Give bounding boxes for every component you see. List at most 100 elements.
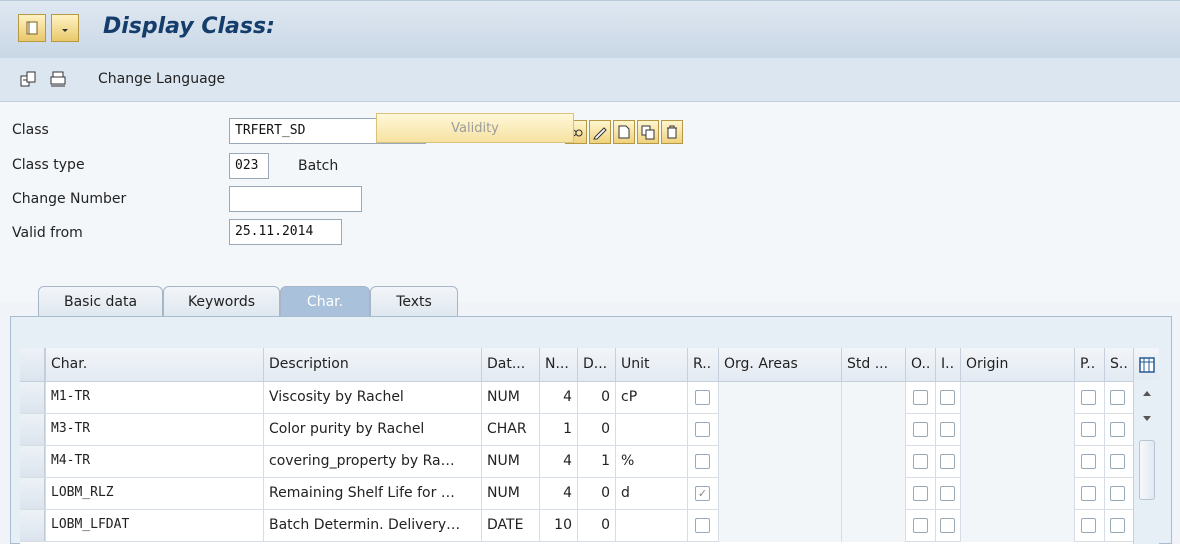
o-cell [905, 414, 935, 446]
class-type-field[interactable]: 023 [229, 153, 269, 179]
data-type-cell: NUM [481, 446, 539, 478]
column-i[interactable]: I.. [935, 348, 960, 382]
r-checkbox[interactable] [695, 390, 710, 405]
i-checkbox[interactable] [940, 422, 955, 437]
s-checkbox[interactable] [1110, 454, 1125, 469]
description-cell: covering_property by Ra… [263, 446, 481, 478]
scroll-thumb[interactable] [1139, 440, 1155, 500]
table-scrollbar[interactable] [1133, 380, 1159, 544]
table-row[interactable]: M3-TR Color purity by Rachel CHAR 1 0 [20, 414, 1159, 446]
print-icon[interactable] [49, 70, 67, 88]
decimals-cell: 0 [577, 478, 615, 510]
column-settings-icon[interactable] [1133, 348, 1159, 382]
class-label: Class [12, 122, 49, 138]
tab-basic-data[interactable]: Basic data [38, 286, 163, 316]
row-selector[interactable] [20, 382, 45, 413]
table-row[interactable]: M1-TR Viscosity by Rachel NUM 4 0 cP [20, 382, 1159, 414]
p-checkbox[interactable] [1081, 486, 1096, 501]
column-r[interactable]: R.. [687, 348, 718, 382]
scroll-down-icon[interactable] [1141, 412, 1153, 424]
row-selector[interactable] [20, 510, 45, 541]
p-checkbox[interactable] [1081, 422, 1096, 437]
change-language-button[interactable]: Change Language [98, 71, 225, 87]
tab-keywords[interactable]: Keywords [163, 286, 280, 316]
char-cell: M1-TR [45, 382, 263, 414]
delete-icon[interactable] [661, 120, 683, 144]
table-header: Char. Description Dat... N... D... Unit … [20, 348, 1159, 382]
characteristic-icon[interactable] [19, 70, 37, 88]
i-cell [935, 510, 960, 542]
column-unit[interactable]: Unit [615, 348, 687, 382]
create-icon[interactable] [613, 120, 635, 144]
s-cell [1104, 478, 1133, 510]
copy-icon[interactable] [637, 120, 659, 144]
row-selector[interactable] [20, 446, 45, 477]
edit-icon[interactable] [589, 120, 611, 144]
o-checkbox[interactable] [913, 486, 928, 501]
org-areas-cell [718, 510, 841, 542]
menu-icon[interactable] [18, 14, 46, 42]
column-description[interactable]: Description [263, 348, 481, 382]
o-checkbox[interactable] [913, 390, 928, 405]
s-checkbox[interactable] [1110, 518, 1125, 533]
i-checkbox[interactable] [940, 390, 955, 405]
org-areas-cell [718, 382, 841, 414]
change-number-field[interactable] [229, 186, 362, 212]
r-checkbox[interactable] [695, 454, 710, 469]
r-checkbox[interactable] [695, 422, 710, 437]
tab-char[interactable]: Char. [280, 286, 370, 316]
s-checkbox[interactable] [1110, 390, 1125, 405]
column-data-type[interactable]: Dat... [481, 348, 539, 382]
unit-cell [615, 414, 687, 446]
row-selector[interactable] [20, 414, 45, 445]
column-std[interactable]: Std ... [841, 348, 905, 382]
r-checkbox[interactable] [695, 518, 710, 533]
i-checkbox[interactable] [940, 486, 955, 501]
i-cell [935, 446, 960, 478]
scroll-up-icon[interactable] [1141, 388, 1153, 400]
number-cell: 4 [539, 446, 577, 478]
column-d[interactable]: D... [577, 348, 615, 382]
o-cell [905, 510, 935, 542]
column-n[interactable]: N... [539, 348, 577, 382]
column-p[interactable]: P.. [1074, 348, 1104, 382]
s-checkbox[interactable] [1110, 422, 1125, 437]
o-cell [905, 382, 935, 414]
column-org-areas[interactable]: Org. Areas [718, 348, 841, 382]
table-row[interactable]: M4-TR covering_property by Ra… NUM 4 1 % [20, 446, 1159, 478]
p-checkbox[interactable] [1081, 390, 1096, 405]
table-row[interactable]: LOBM_LFDAT Batch Determin. Delivery… DAT… [20, 510, 1159, 542]
o-checkbox[interactable] [913, 454, 928, 469]
unit-cell: d [615, 478, 687, 510]
o-checkbox[interactable] [913, 518, 928, 533]
column-o[interactable]: O.. [905, 348, 935, 382]
page-title: Display Class: [103, 14, 275, 39]
decimals-cell: 1 [577, 446, 615, 478]
validity-button[interactable]: Validity [376, 113, 574, 143]
origin-cell [960, 478, 1074, 510]
column-char[interactable]: Char. [45, 348, 263, 382]
tab-texts[interactable]: Texts [370, 286, 458, 316]
p-checkbox[interactable] [1081, 454, 1096, 469]
data-type-cell: NUM [481, 382, 539, 414]
number-cell: 10 [539, 510, 577, 542]
i-checkbox[interactable] [940, 518, 955, 533]
i-checkbox[interactable] [940, 454, 955, 469]
class-type-text: Batch [298, 158, 339, 174]
row-selector[interactable] [20, 478, 45, 509]
std-cell [841, 478, 905, 510]
dropdown-icon[interactable] [51, 14, 79, 42]
char-cell: LOBM_RLZ [45, 478, 263, 510]
s-checkbox[interactable] [1110, 486, 1125, 501]
p-checkbox[interactable] [1081, 518, 1096, 533]
select-all-button[interactable] [20, 348, 45, 381]
description-cell: Remaining Shelf Life for … [263, 478, 481, 510]
column-origin[interactable]: Origin [960, 348, 1074, 382]
s-cell [1104, 414, 1133, 446]
column-s[interactable]: S.. [1104, 348, 1133, 382]
o-checkbox[interactable] [913, 422, 928, 437]
r-checkbox[interactable]: ✓ [695, 486, 710, 501]
table-row[interactable]: LOBM_RLZ Remaining Shelf Life for … NUM … [20, 478, 1159, 510]
valid-from-field[interactable]: 25.11.2014 [229, 219, 342, 245]
title-bar: Display Class: [0, 0, 1180, 58]
